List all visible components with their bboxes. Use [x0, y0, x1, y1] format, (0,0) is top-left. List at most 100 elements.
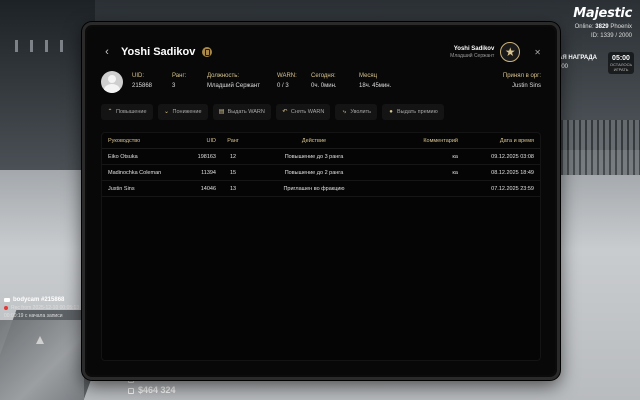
online-line: Online: 3829 Phoenix	[573, 24, 632, 30]
building-window	[15, 40, 18, 52]
server-info: Majestic Online: 3829 Phoenix ID: 1339 /…	[573, 6, 632, 39]
cell-comment: ка	[452, 169, 458, 176]
give-bonus-button[interactable]: ● Выдать премию	[382, 104, 444, 120]
demote-button[interactable]: ⌄ Понижение	[157, 104, 208, 120]
id-max: / 2000	[615, 33, 632, 39]
chevrons-down-icon: ⌄	[164, 109, 170, 115]
give-warn-button[interactable]: ▤ Выдать WARN	[212, 104, 271, 120]
give-bonus-label: Выдать премию	[397, 109, 438, 115]
building-window	[60, 40, 63, 52]
table-row[interactable]: Justin Sins 14046 13 Приглашен во фракци…	[102, 181, 540, 197]
cell-rank: 13	[229, 185, 237, 192]
cell-action: Повышение до 3 ранга	[284, 153, 344, 160]
position-value: Младший Сержант	[207, 83, 260, 89]
money-cash: $464 324	[128, 385, 176, 396]
table-row[interactable]: Eiko Otsuka 198163 12 Повышение до 3 ран…	[102, 149, 540, 165]
today-value: 0ч. 0мин.	[311, 83, 337, 89]
uid-label: UID:	[132, 73, 144, 79]
remove-warn-label: Снять WARN	[290, 109, 325, 115]
id-line: ID: 1339 / 2000	[573, 33, 632, 39]
avatar	[101, 71, 123, 93]
bodycam-header: bodycam #215868	[0, 297, 84, 303]
fire-button[interactable]: ⤷ Уволить	[335, 104, 377, 120]
profile-header: ‹ Yoshi Sadikov Yoshi Sadikov Младший Се…	[101, 41, 541, 63]
today-field: Сегодня: 0ч. 0мин.	[311, 73, 337, 89]
action-bar: ⌃ Повышение ⌄ Понижение ▤ Выдать WARN ↶ …	[101, 104, 541, 120]
col-action: Действие	[301, 137, 327, 144]
bodycam-rec-row: Rec from 2025-12-10 00:05:13	[0, 305, 84, 311]
cell-datetime: 08.12.2025 18:49	[491, 169, 534, 176]
rang-label: Ранг:	[172, 73, 187, 79]
cell-uid: 198163	[197, 153, 216, 160]
col-uid: UID	[206, 137, 216, 144]
online-value: 3829	[595, 24, 609, 30]
server-name: Phoenix	[610, 24, 632, 30]
fence	[555, 120, 640, 175]
demote-label: Понижение	[172, 109, 202, 115]
id-label: ID:	[590, 33, 599, 39]
money-cash-value: $464 324	[138, 385, 176, 395]
chevrons-up-icon: ⌃	[107, 109, 113, 115]
month-value: 18ч. 45мин.	[359, 83, 392, 89]
cash-icon	[128, 387, 134, 394]
close-icon: ✕	[534, 47, 541, 57]
remove-warn-button[interactable]: ↶ Снять WARN	[275, 104, 331, 120]
promote-button[interactable]: ⌃ Повышение	[101, 104, 153, 120]
history-table: Руководство UID Ранг Действие Комментари…	[101, 132, 541, 361]
bodycam-time-row: 00:00:19 с начала записи	[0, 313, 84, 319]
tablet-screen: ‹ Yoshi Sadikov Yoshi Sadikov Младший Се…	[87, 27, 555, 375]
uid-value: 215868	[132, 83, 153, 89]
building	[0, 0, 95, 170]
cell-action: Приглашен во фракцию	[283, 185, 345, 192]
accepted-by-field: Принял в орг: Justin Sins	[503, 73, 541, 89]
brand-logo: Majestic	[573, 6, 632, 21]
accepted-value: Justin Sins	[511, 83, 541, 89]
online-label: Online:	[574, 24, 594, 30]
col-rank: Ранг	[227, 137, 239, 144]
cell-uid: 14046	[200, 185, 216, 192]
profile-info: UID: 215868 Ранг: 3 Должность: Младший С…	[101, 71, 541, 97]
cell-action: Повышение до 2 ранга	[284, 169, 344, 176]
id-value: 1339	[600, 33, 614, 39]
record-dot-icon	[4, 306, 8, 310]
table-header: Руководство UID Ранг Действие Комментари…	[102, 133, 540, 149]
promote-label: Повышение	[116, 109, 147, 115]
timer-caption: ОСТАЛОСЬ ИГРАТЬ	[609, 62, 633, 72]
tablet-frame: ‹ Yoshi Sadikov Yoshi Sadikov Младший Се…	[82, 22, 560, 380]
warn-remove-icon: ↶	[282, 109, 288, 115]
warn-value: 0 / 3	[277, 83, 289, 89]
bodycam-title: bodycam #215868	[13, 297, 65, 303]
table-row[interactable]: Madinochka Coleman 11394 15 Повышение до…	[102, 165, 540, 181]
building-window	[45, 40, 48, 52]
month-label: Месяц	[359, 73, 378, 79]
warn-field: WARN: 0 / 3	[277, 73, 297, 89]
close-button[interactable]: ✕	[534, 48, 541, 57]
cell-uid: 11394	[201, 169, 216, 176]
badge-icon	[202, 47, 213, 57]
cell-comment: ка	[452, 153, 458, 160]
rank-title: Младший Сержант	[450, 52, 495, 59]
bonus-icon: ●	[389, 109, 393, 115]
star-badge-icon: ★	[500, 42, 521, 62]
bodycam-elapsed: 00:00:19 с начала записи	[4, 313, 63, 319]
uid-field: UID: 215868	[132, 73, 152, 89]
back-button[interactable]: ‹	[101, 45, 113, 59]
rank-owner: Yoshi Sadikov	[453, 45, 495, 52]
warn-label: WARN:	[277, 73, 297, 79]
chevron-left-icon: ‹	[105, 46, 109, 58]
cell-rank: 15	[229, 169, 237, 176]
cell-datetime: 07.12.2025 23:59	[491, 185, 534, 192]
rank-box: Yoshi Sadikov Младший Сержант	[450, 46, 494, 59]
col-leader: Руководство	[108, 137, 141, 144]
month-field: Месяц 18ч. 45мин.	[359, 73, 391, 89]
rang-field: Ранг: 3	[172, 73, 186, 89]
page-title: Yoshi Sadikov	[121, 46, 196, 58]
position-label: Должность:	[207, 73, 240, 79]
cell-leader: Madinochka Coleman	[108, 169, 162, 176]
camera-icon	[4, 298, 10, 302]
fire-label: Уволить	[350, 109, 371, 115]
position-field: Должность: Младший Сержант	[207, 73, 260, 89]
bodycam-rec: Rec from 2025-12-10 00:05:13	[11, 305, 80, 311]
cell-rank: 12	[229, 153, 237, 160]
accepted-label: Принял в орг:	[502, 73, 541, 79]
